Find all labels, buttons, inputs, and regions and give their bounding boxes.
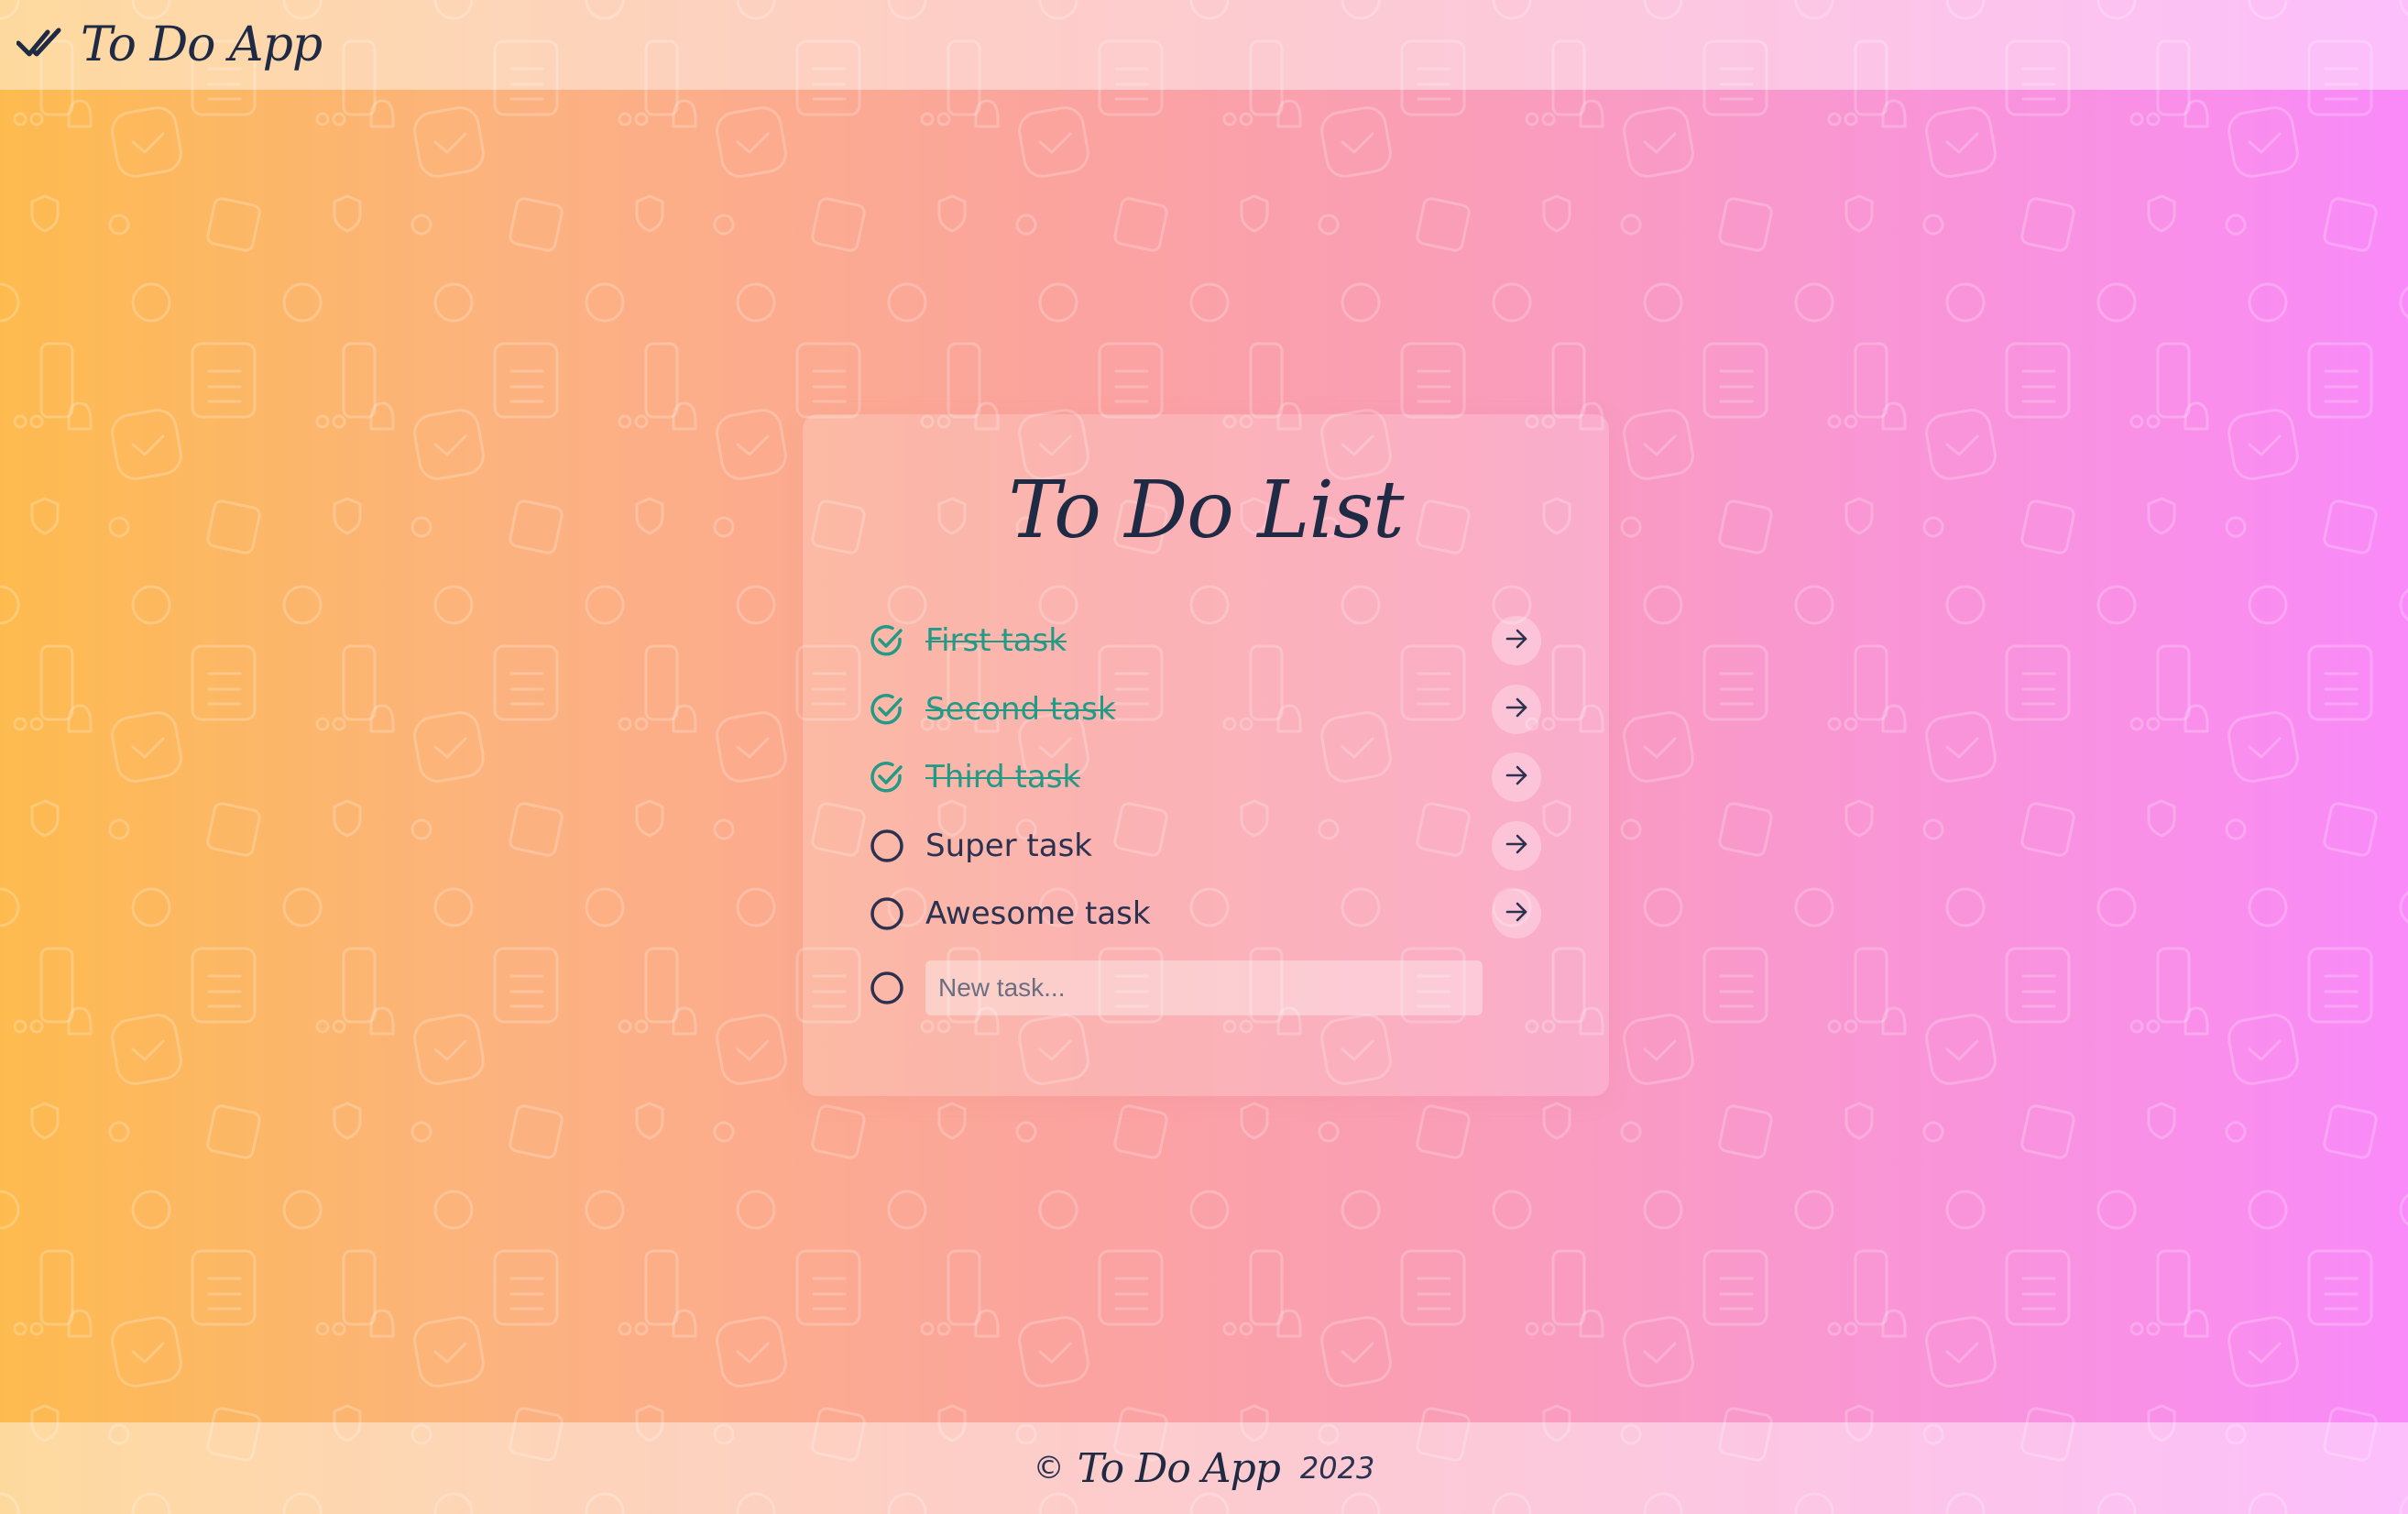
- arrow-right-icon: [1504, 899, 1529, 928]
- app-header: To Do App: [0, 0, 2408, 90]
- app-footer: © To Do App 2023: [0, 1422, 2408, 1514]
- new-task-input[interactable]: [925, 960, 1483, 1015]
- arrow-right-icon: [1504, 762, 1529, 792]
- check-circle-icon[interactable]: [869, 759, 905, 795]
- brand-name: To Do App: [81, 17, 323, 72]
- arrow-right-icon: [1504, 626, 1529, 655]
- card-title: To Do List: [1008, 465, 1404, 556]
- task-list: First task Second task Third task Super tas…: [869, 607, 1556, 1022]
- new-task-row: [869, 954, 1556, 1023]
- arrow-right-icon: [1504, 695, 1529, 724]
- task-row: Awesome task: [869, 880, 1556, 949]
- todo-card: To Do List First task Second task Third ta…: [803, 414, 1609, 1096]
- open-task-button[interactable]: [1492, 889, 1541, 939]
- task-label: Third task: [925, 759, 1081, 796]
- task-row: First task: [869, 607, 1556, 675]
- copyright-symbol: ©: [1033, 1450, 1065, 1487]
- open-task-button[interactable]: [1492, 820, 1541, 871]
- task-row: Third task: [869, 743, 1556, 812]
- task-row: Super task: [869, 812, 1556, 881]
- open-task-button[interactable]: [1492, 684, 1541, 734]
- task-label: First task: [925, 622, 1067, 660]
- arrow-right-icon: [1504, 831, 1529, 861]
- empty-circle-icon[interactable]: [869, 895, 905, 932]
- empty-circle-icon[interactable]: [869, 970, 905, 1006]
- footer-year: 2023: [1299, 1451, 1375, 1486]
- double-check-icon: [16, 25, 81, 65]
- task-label: Awesome task: [925, 895, 1151, 933]
- empty-circle-icon[interactable]: [869, 828, 905, 864]
- task-row: Second task: [869, 675, 1556, 744]
- task-label: Second task: [925, 690, 1116, 728]
- footer-brand-name: To Do App: [1077, 1444, 1281, 1492]
- brand[interactable]: To Do App: [16, 17, 323, 72]
- check-circle-icon[interactable]: [869, 622, 905, 659]
- check-circle-icon[interactable]: [869, 691, 905, 728]
- task-label: Super task: [925, 827, 1092, 864]
- open-task-button[interactable]: [1492, 752, 1541, 803]
- open-task-button[interactable]: [1492, 616, 1541, 666]
